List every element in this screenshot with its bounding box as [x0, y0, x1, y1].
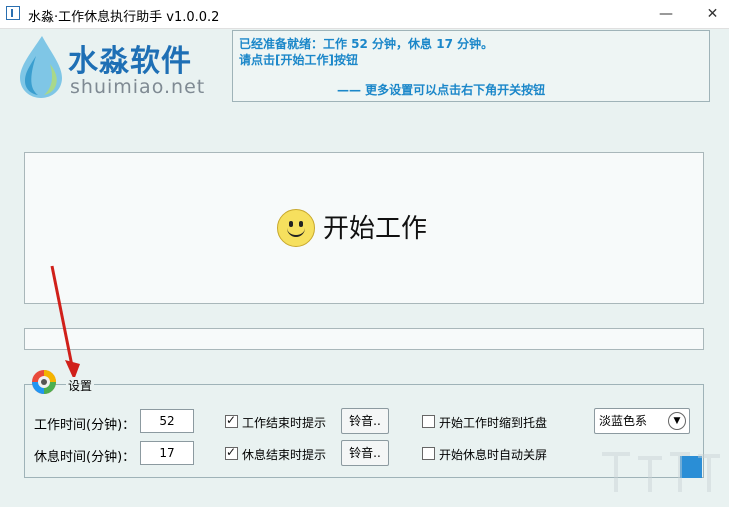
work-ring-button[interactable]: 铃音.. [341, 408, 389, 434]
chevron-down-icon: ▼ [668, 412, 686, 430]
status-info-box: 已经准备就绪：工作 52 分钟，休息 17 分钟。 请点击[开始工作]按钮 ——… [232, 30, 710, 102]
work-time-input[interactable]: 52 [140, 409, 194, 433]
rest-ring-button[interactable]: 铃音.. [341, 440, 389, 466]
water-drop-icon [20, 36, 62, 98]
rest-end-prompt-label: 休息结束时提示 [242, 448, 327, 462]
status-more-settings-text: —— 更多设置可以点击右下角开关按钮 [337, 83, 546, 97]
logo: 水淼软件 shuimiao.net [16, 32, 216, 102]
close-button[interactable]: ✕ [696, 0, 729, 28]
work-end-prompt-label: 工作结束时提示 [242, 416, 327, 430]
window-title: 水淼·工作休息执行助手 v1.0.0.2 [28, 10, 220, 25]
rest-end-prompt-checkbox[interactable] [225, 445, 238, 460]
start-work-button[interactable]: 开始工作 [24, 152, 704, 304]
screen-off-label: 开始休息时自动关屏 [439, 448, 548, 462]
theme-select-value: 淡蓝色系 [599, 414, 648, 428]
app-icon [6, 6, 20, 20]
color-wheel-icon [32, 370, 56, 394]
smiley-icon [277, 209, 315, 247]
work-end-prompt-checkbox[interactable] [225, 413, 238, 428]
progress-bar [24, 328, 704, 350]
status-instruction-text: 请点击[开始工作]按钮 [239, 53, 358, 67]
theme-select[interactable]: 淡蓝色系 ▼ [594, 408, 690, 434]
screen-off-checkbox[interactable] [422, 447, 435, 460]
logo-main-text: 水淼软件 [68, 44, 192, 79]
tray-checkbox[interactable] [422, 415, 435, 428]
work-time-label: 工作时间(分钟)： [34, 418, 136, 433]
watermark-logo [602, 452, 720, 492]
rest-time-input[interactable]: 17 [140, 441, 194, 465]
title-bar: 水淼·工作休息执行助手 v1.0.0.2 — ✕ [0, 0, 729, 29]
tray-label: 开始工作时缩到托盘 [439, 416, 548, 430]
logo-sub-text: shuimiao.net [70, 76, 206, 98]
minimize-button[interactable]: — [648, 0, 684, 28]
status-ready-text: 已经准备就绪：工作 52 分钟，休息 17 分钟。 [239, 37, 494, 51]
rest-time-label: 休息时间(分钟)： [34, 450, 136, 465]
settings-legend: 设置 [66, 377, 95, 394]
start-work-label: 开始工作 [323, 214, 428, 244]
